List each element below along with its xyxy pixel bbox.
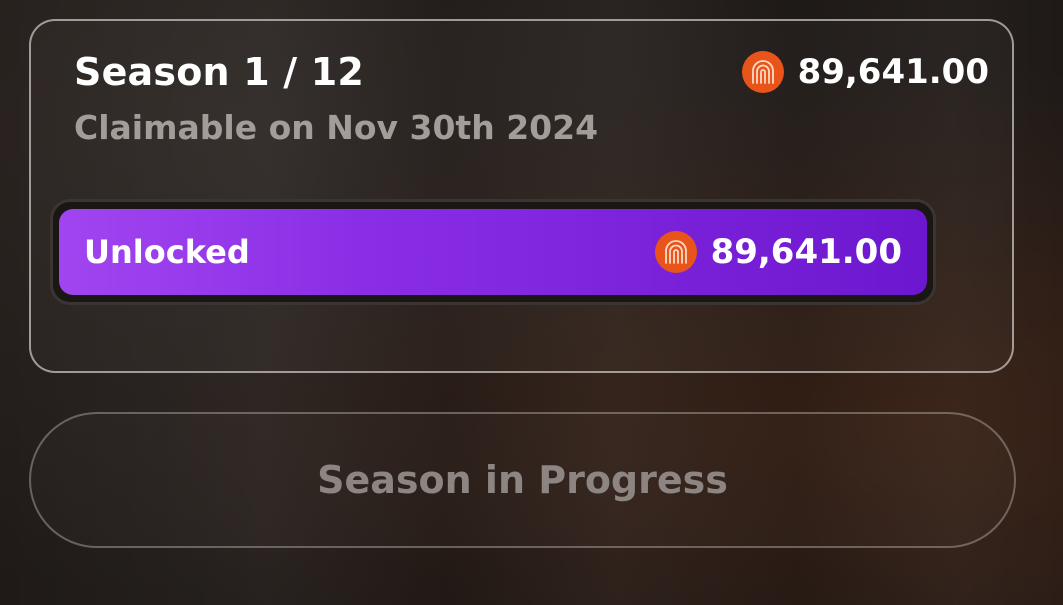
unlock-progress-fill: Unlocked 89,641.00 [59, 209, 927, 295]
season-title: Season 1 / 12 [74, 50, 365, 94]
token-icon [654, 231, 697, 273]
claim-date-text: Claimable on Nov 30th 2024 [74, 108, 599, 147]
season-in-progress-button[interactable]: Season in Progress [29, 412, 1016, 548]
unlock-status-label: Unlocked [84, 233, 250, 271]
season-reward-amount: 89,641.00 [741, 51, 989, 93]
unlocked-amount-value: 89,641.00 [710, 232, 902, 272]
season-reward-amount-value: 89,641.00 [797, 52, 989, 92]
season-in-progress-label: Season in Progress [317, 458, 728, 502]
token-icon [741, 51, 784, 93]
unlock-progress-track: Unlocked 89,641.00 [50, 199, 936, 305]
unlocked-amount: 89,641.00 [654, 231, 902, 273]
